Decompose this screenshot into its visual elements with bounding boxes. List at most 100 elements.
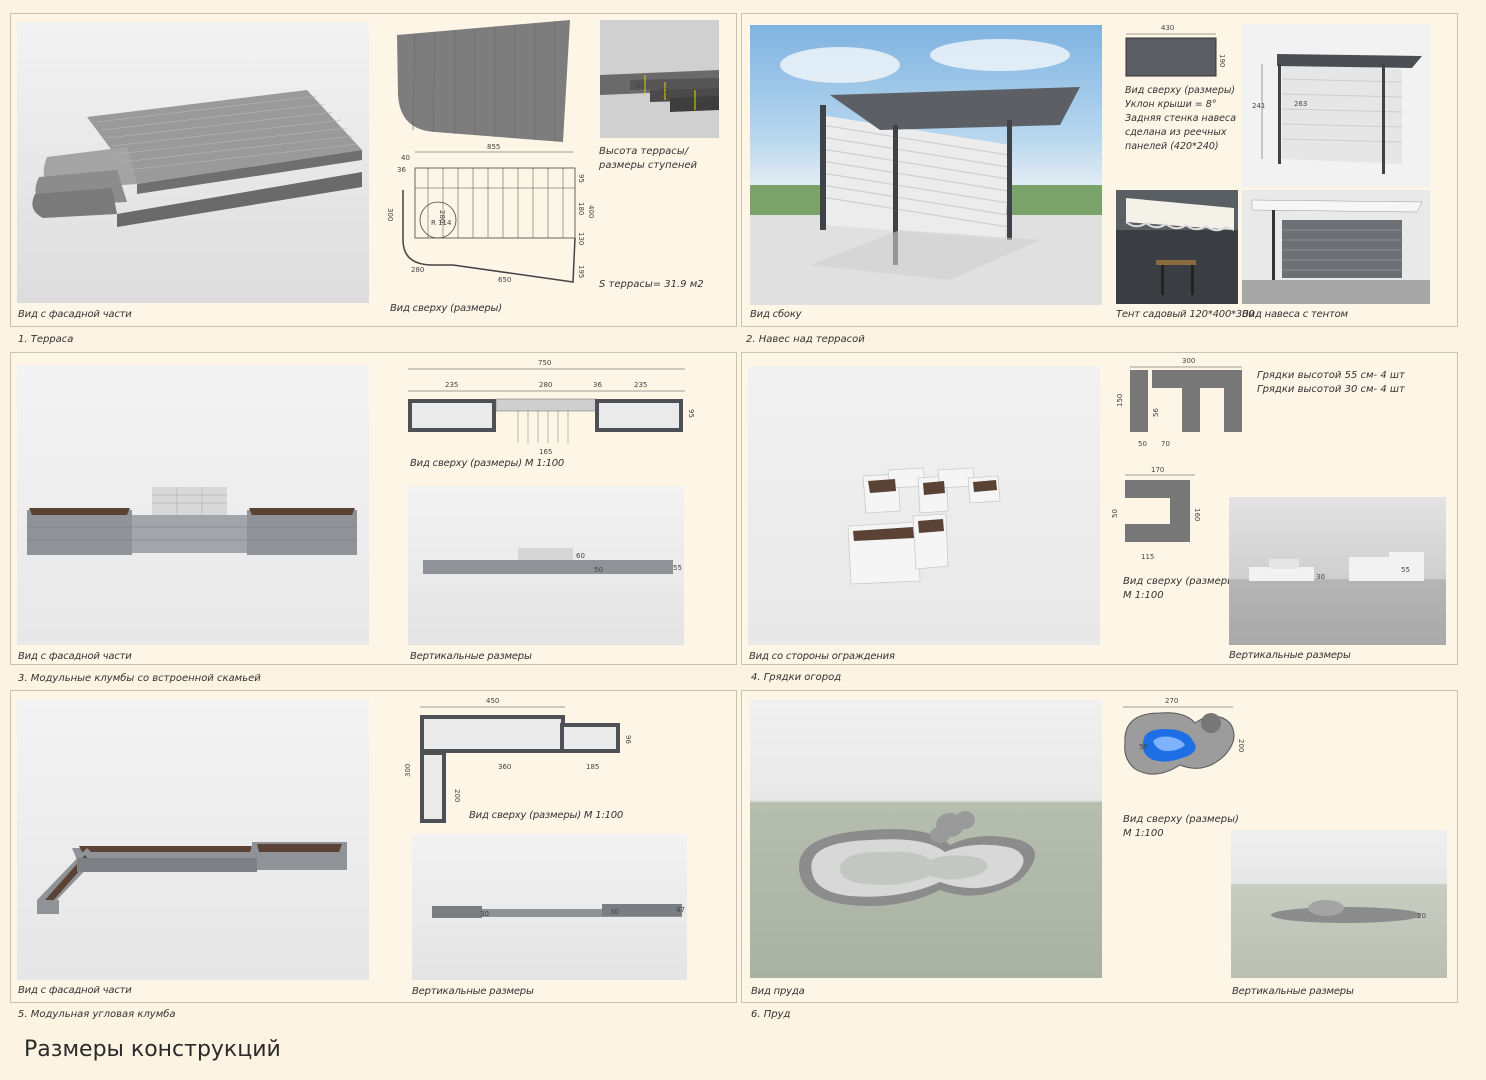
section-title-corner-bed: 5. Модульная угловая клумба xyxy=(18,1009,176,1020)
corner-bed-top-caption: Вид сверху (размеры) М 1:100 xyxy=(469,810,624,821)
dim-36: 36 xyxy=(593,381,602,389)
section-title-pond: 6. Пруд xyxy=(751,1009,791,1020)
dim-235a: 235 xyxy=(445,381,458,389)
pond-render xyxy=(750,700,1102,978)
dim-50: 50 xyxy=(1138,440,1147,448)
canopy-awning-caption: Вид навеса с тентом xyxy=(1242,309,1348,320)
bench-vertical-render: 60 50 55 xyxy=(408,486,684,645)
bench-plan-drawing: 750 235 280 36 235 95 165 xyxy=(400,355,700,460)
beds-plan-drawing-1: 300 150 56 50 70 xyxy=(1112,355,1247,450)
terrace-top-caption: Вид сверху (размеры) xyxy=(390,303,502,314)
awning-photo xyxy=(1116,190,1238,304)
dim-150: 150 xyxy=(1116,394,1124,407)
dim-280a: 280 xyxy=(438,210,446,223)
dim-235b: 235 xyxy=(634,381,647,389)
dim-300: 300 xyxy=(386,208,394,221)
dim-450: 450 xyxy=(486,697,499,705)
dim-190: 190 xyxy=(1218,54,1226,67)
section-title-beds: 4. Грядки огород xyxy=(751,672,842,683)
vdim-20: 20 xyxy=(1417,912,1426,920)
bench-vertical-caption: Вертикальные размеры xyxy=(410,651,532,662)
dim-200: 200 xyxy=(1237,739,1245,752)
dim-855: 855 xyxy=(487,143,500,151)
terrace-facade-render xyxy=(17,22,369,303)
dim-300: 300 xyxy=(404,764,412,777)
page-title: Размеры конструкций xyxy=(24,1037,281,1062)
beds-vertical-render: 30 55 xyxy=(1229,497,1446,645)
vdim-60: 60 xyxy=(576,552,585,560)
dim-170: 170 xyxy=(1151,466,1164,474)
beds-fence-render xyxy=(748,366,1100,645)
pond-vertical-render: 20 xyxy=(1231,830,1447,978)
dim-70: 70 xyxy=(1161,440,1170,448)
awning-caption: Тент садовый 120*400*300 xyxy=(1116,309,1255,320)
corner-bed-vertical-caption: Вертикальные размеры xyxy=(412,986,534,997)
dim-430: 430 xyxy=(1161,24,1174,32)
dim-270: 270 xyxy=(1165,697,1178,705)
beds-count-note: Грядки высотой 55 см- 4 шт Грядки высото… xyxy=(1257,370,1405,395)
dim-96: 96 xyxy=(624,735,632,744)
canopy-awning-render xyxy=(1242,190,1430,304)
dim-750: 750 xyxy=(538,359,551,367)
canopy-side-caption: Вид сбоку xyxy=(750,309,802,320)
corner-bed-vertical-render: 30 30 47 xyxy=(412,834,687,980)
dim-50b: 50 xyxy=(1111,509,1119,518)
beds-plan-drawing-2: 170 50 160 115 xyxy=(1105,462,1205,562)
corner-bed-plan-drawing: 450 96 300 360 185 200 xyxy=(400,693,640,828)
dim-185: 185 xyxy=(586,763,599,771)
corner-bed-facade-render xyxy=(17,700,369,980)
beds-fence-caption: Вид со стороны ограждения xyxy=(749,651,895,662)
beds-top-caption: Вид сверху (размеры) М 1:100 xyxy=(1123,576,1239,601)
dim-300: 300 xyxy=(1182,357,1195,365)
step-dim-16: 16 xyxy=(697,96,706,104)
dim-195: 195 xyxy=(577,265,585,278)
step-dim-45: 45 xyxy=(636,82,645,90)
bench-top-caption: Вид сверху (размеры) М 1:100 xyxy=(410,458,565,469)
canopy-top-note: Вид сверху (размеры) Уклон крыши = 8° За… xyxy=(1125,85,1237,152)
dim-56: 56 xyxy=(1152,408,1160,417)
dim-200: 200 xyxy=(453,789,461,802)
dim-360: 360 xyxy=(498,763,511,771)
corner-bed-facade-caption: Вид с фасадной части xyxy=(18,985,132,996)
pond-plan-drawing: 270 50 200 xyxy=(1115,693,1250,788)
terrace-height-note: Высота террасы/ размеры ступеней xyxy=(599,146,698,171)
pond-caption: Вид пруда xyxy=(751,986,805,997)
terrace-facade-caption: Вид с фасадной части xyxy=(18,309,132,320)
vdim-30b: 30 xyxy=(610,908,619,916)
bench-facade-caption: Вид с фасадной части xyxy=(18,651,132,662)
dim-40: 40 xyxy=(401,154,410,162)
dim-115: 115 xyxy=(1141,553,1154,561)
dim-95: 95 xyxy=(577,174,585,183)
dim-263: 263 xyxy=(1294,100,1307,108)
vdim-47: 47 xyxy=(676,906,685,914)
dim-180: 180 xyxy=(577,202,585,215)
vdim-30a: 30 xyxy=(480,910,489,918)
dim-160: 160 xyxy=(1193,508,1201,521)
dim-36: 36 xyxy=(397,166,406,174)
vdim-55: 55 xyxy=(673,564,682,572)
vdim-30: 30 xyxy=(1316,573,1325,581)
canopy-front-render: 241 263 xyxy=(1242,24,1430,187)
terrace-area-note: S террасы= 31.9 м2 xyxy=(599,279,704,290)
dim-95: 95 xyxy=(687,409,695,418)
pond-top-caption: Вид сверху (размеры) М 1:100 xyxy=(1123,814,1239,839)
pond-vertical-caption: Вертикальные размеры xyxy=(1232,986,1354,997)
dim-400: 400 xyxy=(587,205,595,218)
terrace-steps-render: 45 32 16 xyxy=(600,20,719,138)
terrace-top-render xyxy=(395,20,575,145)
dim-165: 165 xyxy=(539,448,552,456)
dim-241: 241 xyxy=(1252,102,1265,110)
dim-650: 650 xyxy=(498,276,511,284)
step-dim-32: 32 xyxy=(660,87,669,95)
dim-50: 50 xyxy=(1139,743,1148,751)
section-title-canopy: 2. Навес над террасой xyxy=(746,334,865,345)
dim-280b: 280 xyxy=(411,266,424,274)
vdim-55: 55 xyxy=(1401,566,1410,574)
section-title-terrace: 1. Терраса xyxy=(18,334,74,345)
canopy-side-render xyxy=(750,25,1102,305)
bench-facade-render xyxy=(17,365,369,645)
terrace-plan-drawing: 855 40 36 R 114 280 300 95 180 400 130 1… xyxy=(383,140,598,300)
section-title-benches: 3. Модульные клумбы со встроенной скамье… xyxy=(18,673,261,684)
dim-280: 280 xyxy=(539,381,552,389)
dim-130: 130 xyxy=(577,232,585,245)
